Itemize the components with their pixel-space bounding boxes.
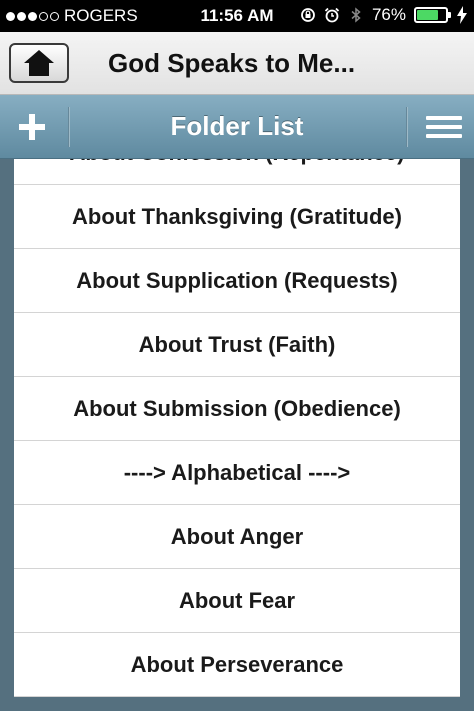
battery-level-fill (417, 10, 439, 20)
folder-list-item[interactable]: About Thanksgiving (Gratitude) (14, 185, 460, 249)
folder-list-item[interactable]: About Submission (Obedience) (14, 377, 460, 441)
folder-list-item[interactable]: About Supplication (Requests) (14, 249, 460, 313)
folder-list: About Confession (Repentance)About Thank… (14, 159, 460, 697)
folder-list-container[interactable]: About Confession (Repentance)About Thank… (0, 159, 474, 711)
toolbar-title: Folder List (170, 111, 304, 141)
folder-list-item[interactable]: ----> Alphabetical ----> (14, 441, 460, 505)
bluetooth-icon (351, 7, 361, 23)
battery-percentage: 76% (371, 5, 406, 24)
status-bar: ROGERS 11:56 AM 76% (0, 0, 474, 32)
charging-bolt-icon (457, 6, 467, 24)
rotation-lock-icon (301, 8, 315, 22)
folder-list-item[interactable]: About Anger (14, 505, 460, 569)
status-right: 76% (300, 5, 468, 25)
folder-list-item[interactable]: About Fear (14, 569, 460, 633)
menu-bar (426, 125, 462, 129)
folder-list-item[interactable]: About Perseverance (14, 633, 460, 697)
folder-list-item[interactable]: About Confession (Repentance) (14, 159, 460, 185)
app-title: God Speaks to Me... (108, 48, 356, 78)
alarm-icon (324, 7, 340, 23)
home-icon (24, 50, 54, 76)
hamburger-menu-button[interactable] (426, 109, 462, 145)
folder-toolbar: Folder List (0, 95, 474, 159)
battery-icon (414, 7, 451, 23)
menu-bar (426, 134, 462, 138)
folder-list-item[interactable]: About Trust (Faith) (14, 313, 460, 377)
toolbar-divider (406, 107, 408, 147)
menu-bar (426, 116, 462, 120)
app-screen: ROGERS 11:56 AM 76% God Speaks to Me... … (0, 0, 474, 711)
home-button[interactable] (9, 43, 69, 83)
app-header: God Speaks to Me... (0, 32, 474, 95)
